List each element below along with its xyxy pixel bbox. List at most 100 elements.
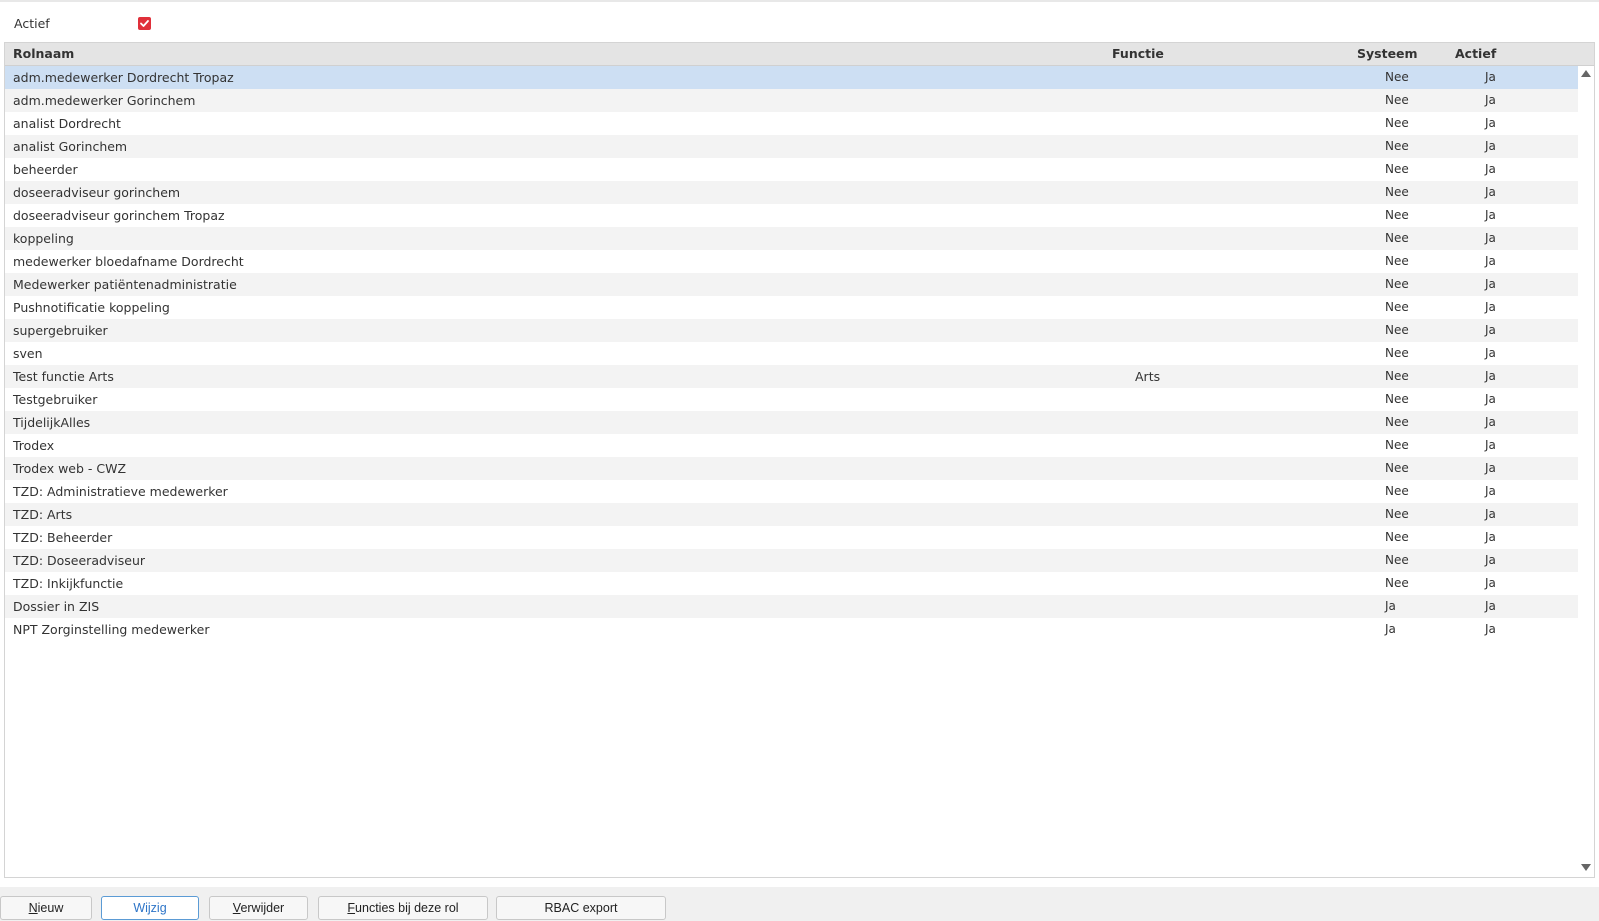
table-row[interactable]: beheerder Nee Ja (5, 158, 1578, 181)
cell-actief: Ja (1485, 599, 1496, 613)
table-row[interactable]: koppeling Nee Ja (5, 227, 1578, 250)
cell-systeem: Nee (1385, 185, 1409, 199)
cell-rolnaam: TijdelijkAlles (13, 415, 91, 430)
cell-rolnaam: supergebruiker (13, 323, 108, 338)
cell-actief: Ja (1485, 300, 1496, 314)
cell-systeem: Nee (1385, 300, 1409, 314)
cell-rolnaam: beheerder (13, 162, 78, 177)
edit-button[interactable]: Wijzig (101, 896, 199, 920)
cell-actief: Ja (1485, 277, 1496, 291)
table-row[interactable]: Medewerker patiëntenadministratie Nee Ja (5, 273, 1578, 296)
active-filter: Actief (14, 14, 151, 32)
cell-actief: Ja (1485, 438, 1496, 452)
cell-systeem: Nee (1385, 70, 1409, 84)
table-row[interactable]: analist Dordrecht Nee Ja (5, 112, 1578, 135)
cell-rolnaam: adm.medewerker Dordrecht Tropaz (13, 70, 234, 85)
cell-actief: Ja (1485, 139, 1496, 153)
table-row[interactable]: doseeradviseur gorinchem Tropaz Nee Ja (5, 204, 1578, 227)
cell-actief: Ja (1485, 185, 1496, 199)
top-divider (0, 0, 1599, 2)
cell-rolnaam: sven (13, 346, 43, 361)
table-row[interactable]: TijdelijkAlles Nee Ja (5, 411, 1578, 434)
cell-actief: Ja (1485, 576, 1496, 590)
cell-systeem: Nee (1385, 461, 1409, 475)
cell-rolnaam: analist Dordrecht (13, 116, 121, 131)
cell-actief: Ja (1485, 461, 1496, 475)
table-row[interactable]: sven Nee Ja (5, 342, 1578, 365)
table-row[interactable]: supergebruiker Nee Ja (5, 319, 1578, 342)
cell-actief: Ja (1485, 208, 1496, 222)
column-header-functie[interactable]: Functie (1112, 43, 1164, 65)
cell-actief: Ja (1485, 530, 1496, 544)
table-row[interactable]: Dossier in ZIS Ja Ja (5, 595, 1578, 618)
table-row[interactable]: Trodex Nee Ja (5, 434, 1578, 457)
cell-actief: Ja (1485, 70, 1496, 84)
scroll-up-icon[interactable] (1581, 70, 1591, 77)
active-checkbox[interactable] (138, 16, 151, 30)
cell-rolnaam: Trodex (13, 438, 55, 453)
vertical-scrollbar[interactable] (1578, 66, 1594, 877)
column-header-rolnaam[interactable]: Rolnaam (13, 43, 74, 65)
cell-systeem: Nee (1385, 507, 1409, 521)
cell-systeem: Nee (1385, 576, 1409, 590)
cell-actief: Ja (1485, 622, 1496, 636)
table-row[interactable]: adm.medewerker Dordrecht Tropaz Nee Ja (5, 66, 1578, 89)
functions-for-role-button[interactable]: Functies bij deze rol (318, 896, 488, 920)
table-row[interactable]: medewerker bloedafname Dordrecht Nee Ja (5, 250, 1578, 273)
rbac-export-button[interactable]: RBAC export (496, 896, 666, 920)
cell-actief: Ja (1485, 162, 1496, 176)
cell-actief: Ja (1485, 346, 1496, 360)
table-row[interactable]: TZD: Administratieve medewerker Nee Ja (5, 480, 1578, 503)
cell-actief: Ja (1485, 116, 1496, 130)
table-row[interactable]: Testgebruiker Nee Ja (5, 388, 1578, 411)
cell-systeem: Nee (1385, 208, 1409, 222)
cell-rolnaam: TZD: Administratieve medewerker (13, 484, 228, 499)
cell-systeem: Nee (1385, 530, 1409, 544)
cell-systeem: Nee (1385, 231, 1409, 245)
table-row[interactable]: adm.medewerker Gorinchem Nee Ja (5, 89, 1578, 112)
delete-button[interactable]: Verwijder (209, 896, 308, 920)
table-row[interactable]: NPT Zorginstelling medewerker Ja Ja (5, 618, 1578, 641)
cell-rolnaam: Medewerker patiëntenadministratie (13, 277, 237, 292)
cell-rolnaam: TZD: Beheerder (13, 530, 113, 545)
cell-rolnaam: Testgebruiker (13, 392, 98, 407)
cell-actief: Ja (1485, 415, 1496, 429)
cell-systeem: Nee (1385, 369, 1409, 383)
cell-rolnaam: TZD: Inkijkfunctie (13, 576, 124, 591)
table-row[interactable]: TZD: Doseeradviseur Nee Ja (5, 549, 1578, 572)
cell-systeem: Nee (1385, 438, 1409, 452)
cell-rolnaam: analist Gorinchem (13, 139, 128, 154)
cell-rolnaam: koppeling (13, 231, 74, 246)
cell-systeem: Nee (1385, 93, 1409, 107)
cell-systeem: Nee (1385, 415, 1409, 429)
column-header-actief[interactable]: Actief (1455, 43, 1496, 65)
cell-systeem: Nee (1385, 323, 1409, 337)
cell-systeem: Nee (1385, 254, 1409, 268)
cell-rolnaam: doseeradviseur gorinchem Tropaz (13, 208, 225, 223)
table-row[interactable]: analist Gorinchem Nee Ja (5, 135, 1578, 158)
cell-rolnaam: doseeradviseur gorinchem (13, 185, 181, 200)
table-row[interactable]: Trodex web - CWZ Nee Ja (5, 457, 1578, 480)
cell-systeem: Nee (1385, 392, 1409, 406)
button-bar: Nieuw Wijzig Verwijder Functies bij deze… (0, 887, 1599, 921)
table-row[interactable]: TZD: Inkijkfunctie Nee Ja (5, 572, 1578, 595)
new-button[interactable]: Nieuw (0, 896, 92, 920)
table-row[interactable]: doseeradviseur gorinchem Nee Ja (5, 181, 1578, 204)
cell-systeem: Nee (1385, 484, 1409, 498)
cell-actief: Ja (1485, 507, 1496, 521)
scroll-down-icon[interactable] (1581, 864, 1591, 871)
table-header: Rolnaam Functie Systeem Actief (5, 43, 1594, 66)
cell-systeem: Ja (1385, 622, 1396, 636)
active-filter-label: Actief (14, 15, 50, 31)
column-header-systeem[interactable]: Systeem (1357, 43, 1418, 65)
table-row[interactable]: Pushnotificatie koppeling Nee Ja (5, 296, 1578, 319)
cell-actief: Ja (1485, 369, 1496, 383)
table-row[interactable]: TZD: Beheerder Nee Ja (5, 526, 1578, 549)
table-row[interactable]: Test functie Arts Arts Nee Ja (5, 365, 1578, 388)
cell-rolnaam: Trodex web - CWZ (13, 461, 127, 476)
cell-rolnaam: adm.medewerker Gorinchem (13, 93, 196, 108)
cell-rolnaam: TZD: Doseeradviseur (13, 553, 146, 568)
cell-actief: Ja (1485, 484, 1496, 498)
cell-rolnaam: Pushnotificatie koppeling (13, 300, 170, 315)
table-row[interactable]: TZD: Arts Nee Ja (5, 503, 1578, 526)
